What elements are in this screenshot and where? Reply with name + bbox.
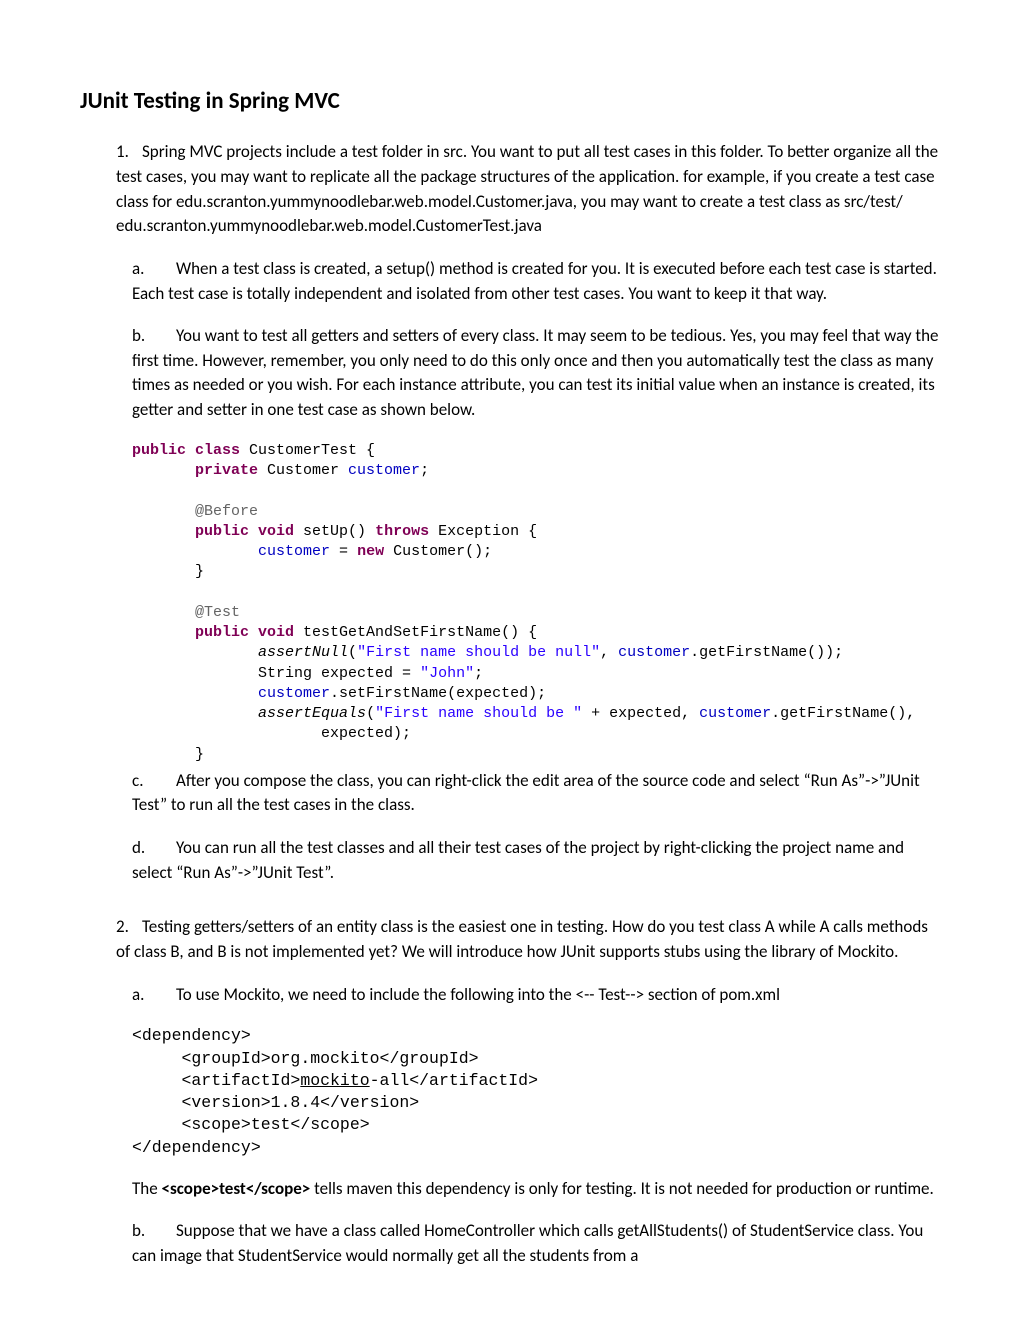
page-title: JUnit Testing in Spring MVC [80, 85, 940, 118]
code-string: "First name should be " [375, 705, 582, 722]
list-number: 2. [116, 915, 142, 940]
code-text: Customer(); [384, 543, 492, 560]
code-annotation: @Before [195, 503, 258, 520]
section-2: 2.Testing getters/setters of an entity c… [116, 915, 940, 964]
code-text: } [195, 746, 204, 763]
code-keyword: class [186, 442, 240, 459]
list-letter: c. [132, 769, 176, 794]
text-bold: <scope>test</scope> [162, 1178, 311, 1199]
list-letter: b. [132, 1219, 176, 1244]
code-method: assertEquals [258, 705, 366, 722]
section-2a-note: The <scope>test</scope> tells maven this… [132, 1177, 940, 1202]
text-part: The [132, 1178, 162, 1199]
list-letter: a. [132, 257, 176, 282]
list-letter: d. [132, 836, 176, 861]
code-block-java: public class CustomerTest { private Cust… [132, 441, 940, 765]
code-string: "First name should be null" [357, 644, 600, 661]
text-part: tells maven this dependency is only for … [310, 1178, 934, 1199]
code-keyword: public [132, 442, 186, 459]
xml-line: <groupId>org.mockito</groupId> [132, 1049, 479, 1068]
paragraph-text: After you compose the class, you can rig… [132, 770, 920, 816]
section-1c: c.After you compose the class, you can r… [132, 769, 940, 818]
code-text: setUp() [294, 523, 375, 540]
section-1: 1.Spring MVC projects include a test fol… [116, 140, 940, 239]
code-text: String expected = [258, 665, 420, 682]
code-field: customer [258, 543, 330, 560]
section-1d: d.You can run all the test classes and a… [132, 836, 940, 885]
code-string: "John" [420, 665, 474, 682]
code-annotation: @Test [195, 604, 240, 621]
code-keyword: void [249, 624, 294, 641]
code-text: Customer [258, 462, 348, 479]
section-1a: a.When a test class is created, a setup(… [132, 257, 940, 306]
code-text: = [330, 543, 357, 560]
paragraph-text: To use Mockito, we need to include the f… [176, 984, 780, 1005]
section-1b: b.You want to test all getters and sette… [132, 324, 940, 423]
code-text: Exception { [429, 523, 537, 540]
code-method: assertNull [258, 644, 348, 661]
code-field: customer [618, 644, 690, 661]
xml-line: <scope>test</scope> [132, 1115, 370, 1134]
list-letter: a. [132, 983, 176, 1008]
code-text: testGetAndSetFirstName() { [294, 624, 537, 641]
xml-block: <dependency> <groupId>org.mockito</group… [132, 1025, 940, 1159]
xml-line: -all</artifactId> [370, 1071, 538, 1090]
code-keyword: void [249, 523, 294, 540]
code-keyword: private [195, 462, 258, 479]
paragraph-text: Suppose that we have a class called Home… [132, 1220, 923, 1266]
code-text: , [600, 644, 618, 661]
code-text: ; [420, 462, 429, 479]
code-text: ( [348, 644, 357, 661]
code-keyword: public [195, 624, 249, 641]
xml-underline: mockito [300, 1071, 369, 1090]
code-text: .getFirstName()); [690, 644, 843, 661]
paragraph-text: You want to test all getters and setters… [132, 325, 939, 420]
xml-line: <version>1.8.4</version> [132, 1093, 419, 1112]
code-text: .setFirstName(expected); [330, 685, 546, 702]
xml-line: <artifactId> [132, 1071, 300, 1090]
paragraph-text: Testing getters/setters of an entity cla… [116, 916, 928, 962]
code-field: customer [258, 685, 330, 702]
code-text: expected); [321, 725, 411, 742]
list-letter: b. [132, 324, 176, 349]
xml-line: <dependency> [132, 1026, 251, 1045]
xml-line: </dependency> [132, 1138, 261, 1157]
code-text: } [195, 563, 204, 580]
code-text: + expected, [582, 705, 699, 722]
section-2b: b.Suppose that we have a class called Ho… [132, 1219, 940, 1268]
paragraph-text: When a test class is created, a setup() … [132, 258, 937, 304]
paragraph-text: You can run all the test classes and all… [132, 837, 904, 883]
code-keyword: public [195, 523, 249, 540]
code-text: ( [366, 705, 375, 722]
code-text: .getFirstName(), [771, 705, 915, 722]
code-keyword: new [357, 543, 384, 560]
code-text: CustomerTest { [240, 442, 375, 459]
list-number: 1. [116, 140, 142, 165]
paragraph-text: Spring MVC projects include a test folde… [116, 141, 938, 236]
code-text: ; [474, 665, 483, 682]
code-field: customer [348, 462, 420, 479]
section-2a: a.To use Mockito, we need to include the… [132, 983, 940, 1008]
code-field: customer [699, 705, 771, 722]
code-keyword: throws [375, 523, 429, 540]
